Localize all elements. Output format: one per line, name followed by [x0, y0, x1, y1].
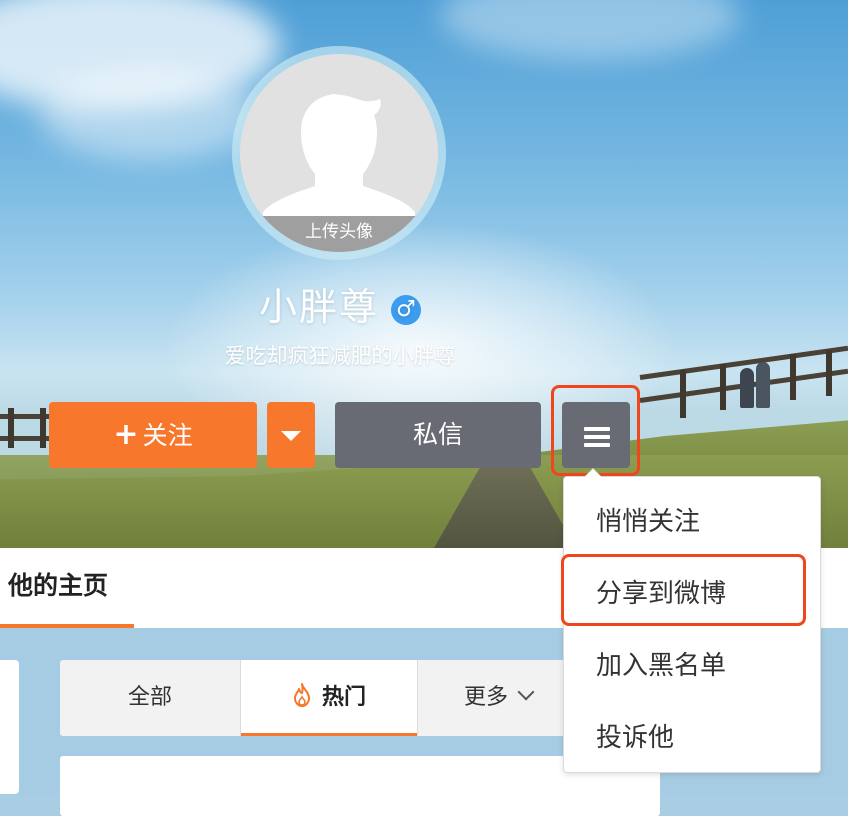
- sidebar-card: [0, 660, 19, 794]
- plus-icon: +: [113, 417, 139, 452]
- fence-post: [790, 354, 796, 400]
- fence-post: [826, 350, 832, 396]
- share-item-highlight: [561, 554, 806, 626]
- avatar[interactable]: 上传头像: [240, 54, 438, 252]
- message-label: 私信: [412, 420, 463, 449]
- fence-post: [8, 408, 14, 448]
- menu-item-quiet-follow[interactable]: 悄悄关注: [596, 501, 700, 538]
- follow-label: 关注: [142, 421, 193, 450]
- filter-tab-all[interactable]: 全部: [60, 660, 240, 736]
- follow-button[interactable]: + 关注: [49, 402, 257, 468]
- fence-post: [720, 364, 726, 410]
- flame-icon: [292, 663, 312, 739]
- menu-item-add-to-blacklist[interactable]: 加入黑名单: [596, 645, 726, 682]
- profile-name: 小胖尊: [258, 285, 379, 329]
- menu-item-report[interactable]: 投诉他: [596, 717, 674, 754]
- people-silhouette: [734, 362, 778, 408]
- chevron-down-icon: [517, 683, 535, 701]
- message-button[interactable]: 私信: [335, 402, 541, 468]
- tab-home[interactable]: 他的主页: [8, 548, 108, 628]
- fence-post: [680, 370, 686, 418]
- cloud: [440, 0, 740, 60]
- follow-options-button[interactable]: [267, 402, 315, 468]
- fence-post: [40, 408, 46, 448]
- profile-bio: 爱吃却疯狂减肥的小胖尊: [224, 344, 456, 368]
- profile-name-row: 小胖尊 ♂: [0, 276, 680, 331]
- filter-tab-label: 全部: [127, 685, 172, 710]
- filter-tab-more[interactable]: 更多: [418, 660, 578, 736]
- filter-tab-hot[interactable]: 热门: [241, 660, 417, 736]
- upload-avatar-label[interactable]: 上传头像: [240, 216, 438, 252]
- caret-down-icon: [281, 431, 301, 441]
- filter-tab-label: 更多: [463, 685, 508, 710]
- male-gender-icon: ♂: [391, 295, 421, 325]
- cloud: [40, 70, 260, 160]
- menu-button-highlight: [551, 385, 640, 476]
- filter-tab-label: 热门: [321, 685, 366, 710]
